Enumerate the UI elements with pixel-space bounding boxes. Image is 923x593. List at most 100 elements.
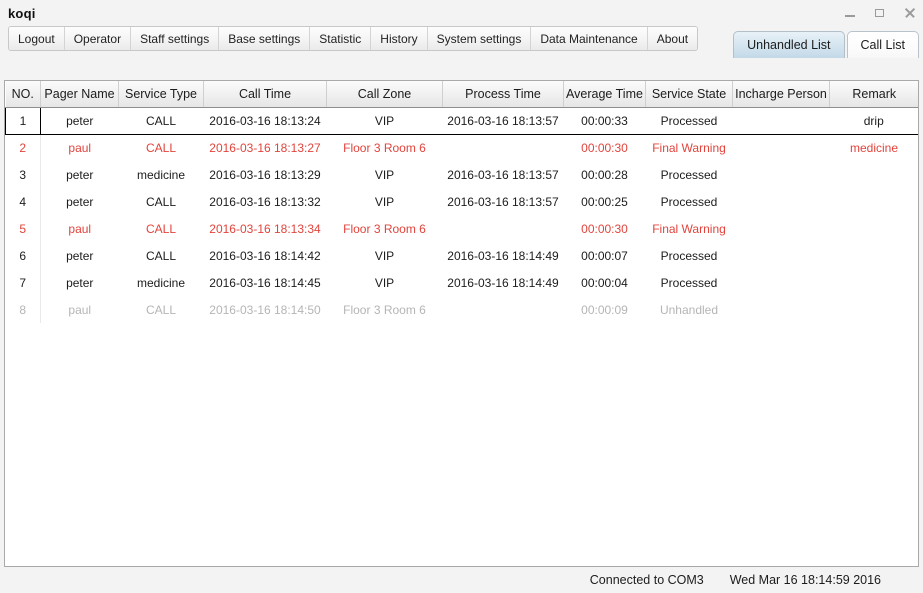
- cell-no: 8: [5, 296, 41, 323]
- cell-no: 6: [5, 242, 41, 269]
- menu-item-about[interactable]: About: [647, 27, 698, 50]
- cell-call-zone: Floor 3 Room 6: [343, 221, 426, 236]
- cell-pager-name: peter: [40, 106, 119, 135]
- maximize-icon[interactable]: [873, 6, 887, 20]
- cell-service-state: Processed: [660, 194, 718, 209]
- menu-item-staff-settings[interactable]: Staff settings: [131, 27, 220, 50]
- cell-call-zone: Floor 3 Room 6: [343, 302, 426, 317]
- cell-process-time: 2016-03-16 18:14:49: [447, 275, 559, 290]
- cell-service-state: Unhandled: [659, 302, 719, 317]
- cell-incharge-person: [733, 269, 830, 296]
- cell-service-type: CALL: [145, 302, 177, 317]
- cell-call-time: 2016-03-16 18:13:34: [209, 221, 321, 236]
- column-header-process-time[interactable]: Process Time: [442, 81, 564, 108]
- menu-item-system-settings[interactable]: System settings: [427, 27, 532, 50]
- cell-average-time: 00:00:28: [581, 167, 628, 182]
- column-header-service-type[interactable]: Service Type: [118, 81, 204, 108]
- cell-incharge-person: [733, 242, 830, 269]
- column-header-call-zone[interactable]: Call Zone: [326, 81, 443, 108]
- table-body: 1 peter CALL 2016-03-16 18:13:24 VIP 2016-03-…: [5, 106, 919, 323]
- table-row[interactable]: 6 peter CALL 2016-03-16 18:14:42 VIP 2016-03-…: [5, 242, 919, 269]
- cell-pager-name: peter: [66, 167, 94, 182]
- cell-incharge-person: [733, 188, 830, 215]
- menu-bar: Logout Operator Staff settings Base sett…: [8, 26, 699, 51]
- cell-process-time: 2016-03-16 18:13:57: [447, 167, 559, 182]
- table-row[interactable]: 5 paul CALL 2016-03-16 18:13:34 Floor 3 Room…: [5, 215, 919, 242]
- cell-no: 5: [5, 215, 41, 242]
- cell-incharge-person: [733, 215, 830, 242]
- cell-remark: [830, 269, 919, 296]
- table-row[interactable]: 1 peter CALL 2016-03-16 18:13:24 VIP 2016-03-…: [5, 106, 918, 135]
- menu-item-data-maintenance[interactable]: Data Maintenance: [531, 27, 648, 50]
- table-header: NO. Pager Name Service Type Call Time Ca…: [5, 81, 918, 108]
- cell-call-time: 2016-03-16 18:13:32: [209, 194, 321, 209]
- menu-item-statistic[interactable]: Statistic: [310, 27, 372, 50]
- cell-average-time: 00:00:25: [581, 194, 628, 209]
- tab-call-list[interactable]: Call List: [846, 31, 919, 58]
- cell-remark: medicine: [849, 140, 899, 155]
- cell-service-state: Processed: [660, 248, 718, 263]
- cell-service-type: CALL: [145, 221, 177, 236]
- column-header-remark[interactable]: Remark: [829, 81, 918, 108]
- cell-call-zone: Floor 3 Room 6: [343, 140, 426, 155]
- cell-service-state: Processed: [660, 275, 718, 290]
- cell-pager-name: peter: [66, 194, 94, 209]
- cell-pager-name: peter: [66, 275, 94, 290]
- cell-process-time: 2016-03-16 18:13:57: [442, 106, 564, 135]
- table-row[interactable]: 3 peter medicine 2016-03-16 18:13:29 VIP 2016…: [5, 161, 919, 188]
- cell-service-type: medicine: [136, 167, 186, 182]
- table-header-row: NO. Pager Name Service Type Call Time Ca…: [5, 81, 918, 108]
- table-row[interactable]: 2 paul CALL 2016-03-16 18:13:27 Floor 3 Room…: [5, 134, 919, 161]
- cell-call-time: 2016-03-16 18:14:42: [209, 248, 321, 263]
- cell-call-zone: VIP: [326, 106, 443, 135]
- cell-pager-name: paul: [68, 302, 92, 317]
- cell-call-time: 2016-03-16 18:13:24: [203, 106, 327, 135]
- cell-average-time: 00:00:09: [581, 302, 628, 317]
- column-header-pager-name[interactable]: Pager Name: [40, 81, 119, 108]
- cell-average-time: 00:00:30: [581, 221, 628, 236]
- cell-call-time: 2016-03-16 18:14:45: [209, 275, 321, 290]
- menu-item-history[interactable]: History: [371, 27, 428, 50]
- app-title: koqi: [8, 5, 36, 21]
- cell-remark: [830, 161, 919, 188]
- menu-item-logout[interactable]: Logout: [9, 27, 65, 50]
- column-header-call-time[interactable]: Call Time: [203, 81, 327, 108]
- table-row[interactable]: 8 paul CALL 2016-03-16 18:14:50 Floor 3 Room…: [5, 296, 919, 323]
- cell-remark: [830, 296, 919, 323]
- cell-process-time: [443, 215, 564, 242]
- minimize-icon[interactable]: [843, 6, 857, 20]
- cell-no: 3: [5, 161, 41, 188]
- menu-item-base-settings[interactable]: Base settings: [219, 27, 311, 50]
- column-header-no[interactable]: NO.: [5, 81, 41, 108]
- cell-pager-name: peter: [66, 248, 94, 263]
- column-header-service-state[interactable]: Service State: [645, 81, 733, 108]
- cell-service-state: Processed: [645, 106, 733, 135]
- cell-remark: [830, 188, 919, 215]
- cell-process-time: 2016-03-16 18:13:57: [447, 194, 559, 209]
- close-icon[interactable]: [903, 6, 917, 20]
- call-list-table: NO. Pager Name Service Type Call Time Ca…: [5, 81, 919, 323]
- cell-average-time: 00:00:33: [563, 106, 646, 135]
- menu-item-operator[interactable]: Operator: [64, 27, 132, 50]
- column-header-average-time[interactable]: Average Time: [563, 81, 646, 108]
- column-header-incharge-person[interactable]: Incharge Person: [732, 81, 830, 108]
- cell-no: 4: [5, 188, 41, 215]
- cell-call-time: 2016-03-16 18:13:29: [209, 167, 321, 182]
- cell-call-zone: VIP: [374, 248, 395, 263]
- cell-service-type: CALL: [118, 106, 204, 135]
- cell-average-time: 00:00:07: [581, 248, 628, 263]
- cell-service-type: medicine: [136, 275, 186, 290]
- tab-unhandled-list[interactable]: Unhandled List: [733, 31, 845, 58]
- cell-call-time: 2016-03-16 18:14:50: [209, 302, 321, 317]
- cell-service-type: CALL: [145, 248, 177, 263]
- table-row[interactable]: 4 peter CALL 2016-03-16 18:13:32 VIP 2016-03-…: [5, 188, 919, 215]
- cell-process-time: 2016-03-16 18:14:49: [447, 248, 559, 263]
- table-row[interactable]: 7 peter medicine 2016-03-16 18:14:45 VIP 2016…: [5, 269, 919, 296]
- cell-remark: drip: [829, 106, 918, 135]
- cell-service-type: CALL: [145, 140, 177, 155]
- cell-incharge-person: [733, 296, 830, 323]
- cell-service-state: Processed: [660, 167, 718, 182]
- cell-pager-name: paul: [68, 221, 92, 236]
- cell-incharge-person: [733, 134, 830, 161]
- cell-average-time: 00:00:30: [581, 140, 628, 155]
